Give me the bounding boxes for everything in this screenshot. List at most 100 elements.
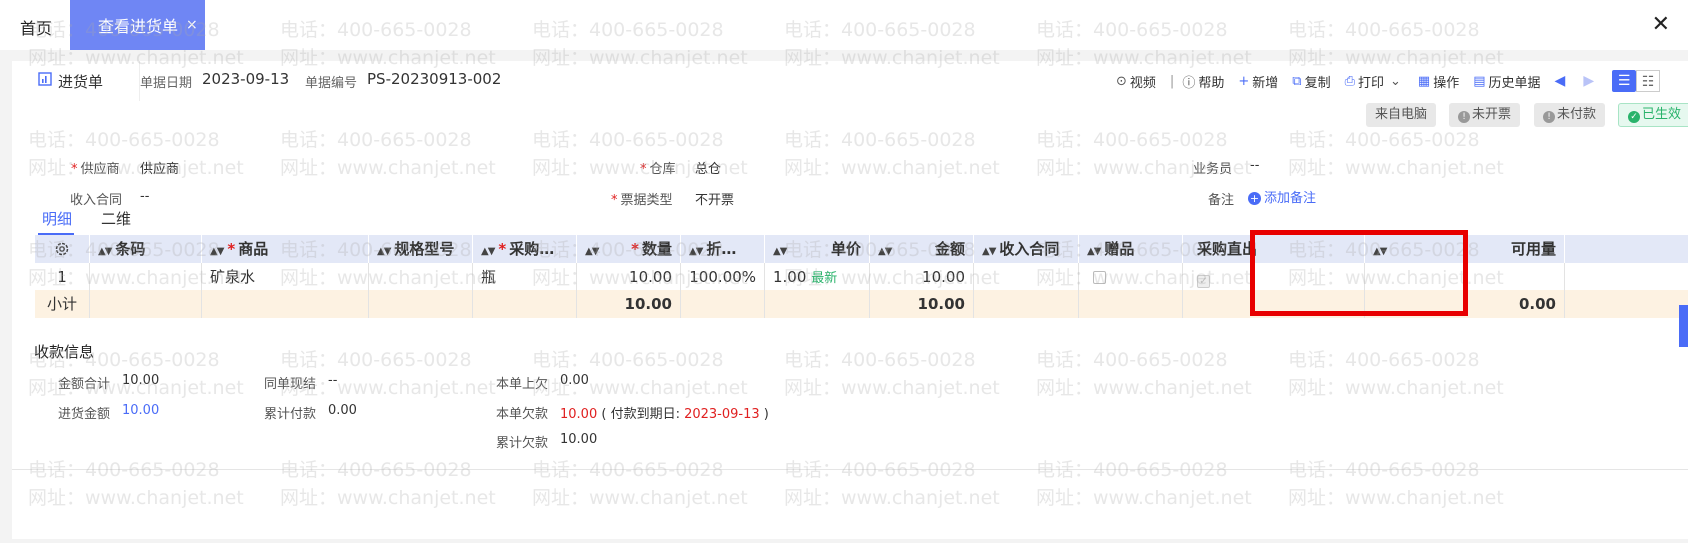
detail-view-icon[interactable]: ☷ bbox=[1636, 70, 1661, 92]
cell-spec[interactable] bbox=[369, 263, 473, 291]
cell-product[interactable]: 矿泉水 bbox=[202, 263, 369, 291]
due-open: ( 付款到期日: bbox=[601, 407, 680, 422]
subtotal-cell bbox=[202, 290, 369, 318]
check-circle-icon: ✓ bbox=[1628, 111, 1640, 123]
invoice-status-badge: ! 未开票 bbox=[1449, 103, 1521, 127]
subtotal-cell bbox=[1079, 290, 1183, 318]
add-note-label: 添加备注 bbox=[1264, 191, 1317, 206]
purchase-amount-value[interactable]: 10.00 bbox=[122, 403, 159, 418]
cell-price-value: 1.00 bbox=[773, 268, 807, 286]
subtotal-cell bbox=[473, 290, 577, 318]
header-amount[interactable]: ▲▼ 金额 bbox=[870, 235, 974, 263]
direct-checkbox[interactable]: ✓ bbox=[1197, 275, 1210, 288]
header-unit-label: 采购… bbox=[509, 240, 555, 258]
previous-arrow-icon[interactable]: ◀ bbox=[1555, 73, 1566, 89]
doc-type-tab[interactable]: 进货单 bbox=[12, 61, 140, 101]
effective-status-label: 已生效 bbox=[1642, 107, 1682, 122]
document-list-icon: ▤ bbox=[1473, 73, 1486, 89]
header-contract[interactable]: ▲▼ 收入合同 bbox=[974, 235, 1079, 263]
add-button[interactable]: + 新增 bbox=[1238, 72, 1278, 91]
cum-owe-label: 累计欠款 bbox=[496, 436, 549, 451]
play-icon: ⊙ bbox=[1116, 73, 1127, 89]
doc-date-value: 2023-09-13 bbox=[202, 70, 290, 88]
sort-icon[interactable]: ▲▼ bbox=[481, 246, 495, 257]
header-barcode[interactable]: ▲▼ 条码 bbox=[90, 235, 202, 263]
header-gift[interactable]: ▲▼ 赠品 bbox=[1079, 235, 1183, 263]
header-discount[interactable]: ▲▼ 折… bbox=[681, 235, 765, 263]
help-button[interactable]: ⓘ 帮助 bbox=[1182, 72, 1224, 91]
cell-barcode[interactable] bbox=[90, 263, 202, 291]
tab-purchase-view[interactable]: 查看进货单 × bbox=[70, 0, 205, 50]
header-available-label: 可用量 bbox=[1510, 240, 1556, 258]
sort-icon[interactable]: ▲▼ bbox=[773, 246, 787, 257]
copy-button[interactable]: ⧉ 复制 bbox=[1292, 72, 1330, 91]
tab-two-dimension[interactable]: 二维 bbox=[101, 208, 131, 229]
gift-checkbox[interactable] bbox=[1093, 271, 1106, 284]
header-price[interactable]: ▲▼ 单价 bbox=[765, 235, 870, 263]
header-barcode-label: 条码 bbox=[115, 240, 146, 258]
operate-button[interactable]: ▦ 操作 bbox=[1418, 72, 1459, 91]
plus-circle-icon: + bbox=[1248, 192, 1261, 205]
warehouse-value[interactable]: 总仓 bbox=[695, 158, 721, 177]
required-mark: * bbox=[227, 240, 236, 258]
header-spec[interactable]: ▲▼ 规格型号 bbox=[369, 235, 473, 263]
header-unit[interactable]: ▲▼ * 采购… bbox=[473, 235, 577, 263]
subtotal-cell bbox=[369, 290, 473, 318]
source-badge: 来自电脑 bbox=[1366, 103, 1437, 127]
header-contract-label: 收入合同 bbox=[999, 240, 1060, 258]
cell-gift bbox=[1079, 263, 1183, 291]
side-panel-handle[interactable] bbox=[1679, 305, 1688, 347]
exclamation-icon: ! bbox=[1458, 111, 1470, 123]
cell-discount[interactable]: 100.00% bbox=[681, 263, 765, 291]
invoice-type-value[interactable]: 不开票 bbox=[695, 189, 734, 208]
tab-close-icon[interactable]: × bbox=[186, 17, 198, 33]
effective-status-badge: ✓ 已生效 bbox=[1618, 103, 1688, 127]
list-view-icon[interactable]: ☰ bbox=[1612, 70, 1637, 92]
sort-icon[interactable]: ▲▼ bbox=[878, 246, 892, 257]
cell-qty[interactable]: 10.00 bbox=[577, 263, 681, 291]
cell-contract[interactable] bbox=[974, 263, 1079, 291]
print-button[interactable]: ⎙ 打印 ⌄ bbox=[1345, 72, 1404, 91]
total-amount-value: 10.00 bbox=[122, 373, 160, 388]
window-close-icon[interactable]: ✕ bbox=[1652, 12, 1670, 37]
subtotal-cell bbox=[90, 290, 202, 318]
add-note-link[interactable]: + 添加备注 bbox=[1248, 187, 1316, 206]
chevron-down-icon[interactable]: ⌄ bbox=[1390, 74, 1401, 89]
payment-status-badge: ! 未付款 bbox=[1534, 103, 1606, 127]
tab-purchase-view-label: 查看进货单 bbox=[98, 17, 179, 36]
header-amount-label: 金额 bbox=[934, 240, 965, 258]
header-product[interactable]: ▲▼ * 商品 bbox=[202, 235, 369, 263]
sort-icon[interactable]: ▲▼ bbox=[210, 246, 224, 257]
contract-value[interactable]: -- bbox=[140, 189, 149, 204]
payment-section-title: 收款信息 bbox=[34, 343, 95, 361]
due-date: 2023-09-13 bbox=[684, 407, 760, 422]
salesman-value[interactable]: -- bbox=[1250, 158, 1259, 173]
cell-unit[interactable]: 瓶 bbox=[473, 263, 577, 291]
cell-price[interactable]: 1.00 最新 bbox=[765, 263, 870, 291]
sort-icon[interactable]: ▲▼ bbox=[1087, 246, 1101, 257]
history-button[interactable]: ▤ 历史单据 bbox=[1473, 72, 1540, 91]
supplier-value[interactable]: 供应商 bbox=[140, 158, 179, 177]
sort-icon[interactable]: ▲▼ bbox=[689, 246, 703, 257]
history-label: 历史单据 bbox=[1488, 75, 1541, 91]
header-discount-label: 折… bbox=[706, 240, 737, 258]
sort-icon[interactable]: ▲▼ bbox=[585, 246, 599, 257]
salesman-label: 业务员 bbox=[1193, 162, 1233, 177]
sort-icon[interactable]: ▲▼ bbox=[982, 246, 996, 257]
column-settings-icon[interactable] bbox=[35, 235, 90, 263]
required-mark: * bbox=[71, 162, 78, 177]
tab-detail[interactable]: 明细 bbox=[42, 208, 72, 229]
tab-home[interactable]: 首页 bbox=[20, 15, 52, 39]
toolbar: ⊙ 视频 | ⓘ 帮助 + 新增 ⧉ 复制 ⎙ 打印 ⌄ ▦ 操作 ▤ 历史单据 ◀ ▶ ☰ ☷ bbox=[1116, 69, 1661, 93]
help-label: 帮助 bbox=[1198, 75, 1225, 91]
cell-amount[interactable]: 10.00 bbox=[870, 263, 974, 291]
sort-icon[interactable]: ▲▼ bbox=[98, 246, 112, 257]
subtotal-qty: 10.00 bbox=[577, 290, 681, 318]
next-arrow-icon[interactable]: ▶ bbox=[1583, 73, 1594, 89]
paid-total-value: 0.00 bbox=[328, 403, 357, 418]
price-latest-tag: 最新 bbox=[811, 271, 838, 286]
video-button[interactable]: ⊙ 视频 bbox=[1116, 72, 1156, 91]
top-tab-bar: 首页 查看进货单 × ✕ bbox=[0, 0, 1688, 50]
sort-icon[interactable]: ▲▼ bbox=[377, 246, 391, 257]
header-qty[interactable]: ▲▼ * 数量 bbox=[577, 235, 681, 263]
